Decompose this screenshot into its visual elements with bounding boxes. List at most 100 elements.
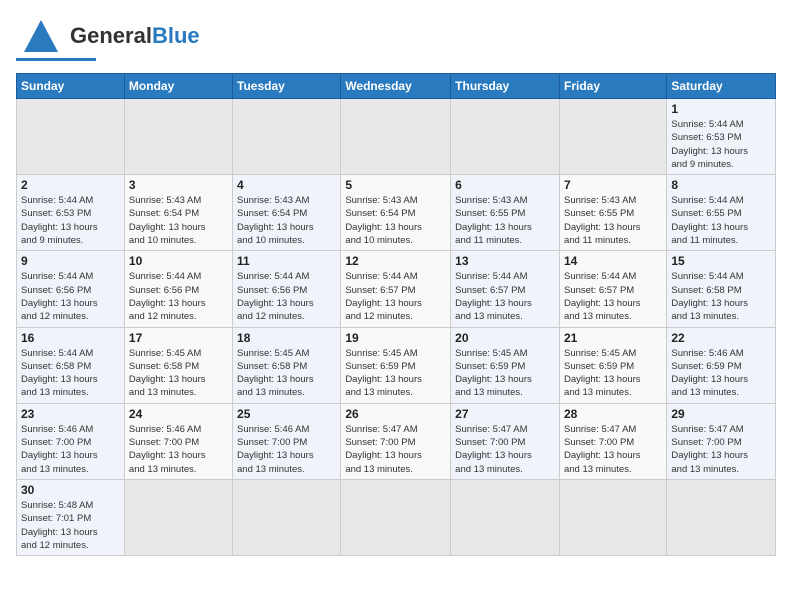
day-info: Sunrise: 5:43 AM Sunset: 6:55 PM Dayligh… bbox=[455, 194, 555, 247]
day-number: 8 bbox=[671, 178, 771, 192]
weekday-header-sunday: Sunday bbox=[17, 74, 125, 99]
day-info: Sunrise: 5:43 AM Sunset: 6:54 PM Dayligh… bbox=[237, 194, 336, 247]
calendar-day-cell bbox=[559, 479, 666, 555]
day-number: 3 bbox=[129, 178, 228, 192]
day-info: Sunrise: 5:44 AM Sunset: 6:57 PM Dayligh… bbox=[455, 270, 555, 323]
calendar-day-cell bbox=[451, 479, 560, 555]
calendar-day-cell: 25 Sunrise: 5:46 AM Sunset: 7:00 PM Dayli… bbox=[233, 403, 341, 479]
day-number: 23 bbox=[21, 407, 120, 421]
day-number: 14 bbox=[564, 254, 662, 268]
day-number: 28 bbox=[564, 407, 662, 421]
calendar-week-5: 23 Sunrise: 5:46 AM Sunset: 7:00 PM Dayli… bbox=[17, 403, 776, 479]
day-number: 24 bbox=[129, 407, 228, 421]
day-info: Sunrise: 5:46 AM Sunset: 7:00 PM Dayligh… bbox=[237, 423, 336, 476]
day-info: Sunrise: 5:44 AM Sunset: 6:56 PM Dayligh… bbox=[21, 270, 120, 323]
day-number: 7 bbox=[564, 178, 662, 192]
page-header: GeneralBlue bbox=[16, 16, 776, 61]
day-info: Sunrise: 5:43 AM Sunset: 6:54 PM Dayligh… bbox=[129, 194, 228, 247]
calendar-day-cell bbox=[124, 479, 232, 555]
day-number: 15 bbox=[671, 254, 771, 268]
calendar-table: SundayMondayTuesdayWednesdayThursdayFrid… bbox=[16, 73, 776, 556]
day-number: 1 bbox=[671, 102, 771, 116]
day-info: Sunrise: 5:45 AM Sunset: 6:58 PM Dayligh… bbox=[129, 347, 228, 400]
day-info: Sunrise: 5:44 AM Sunset: 6:55 PM Dayligh… bbox=[671, 194, 771, 247]
calendar-day-cell: 11 Sunrise: 5:44 AM Sunset: 6:56 PM Dayli… bbox=[233, 251, 341, 327]
day-number: 25 bbox=[237, 407, 336, 421]
calendar-day-cell bbox=[341, 479, 451, 555]
day-info: Sunrise: 5:47 AM Sunset: 7:00 PM Dayligh… bbox=[671, 423, 771, 476]
day-info: Sunrise: 5:43 AM Sunset: 6:55 PM Dayligh… bbox=[564, 194, 662, 247]
day-number: 18 bbox=[237, 331, 336, 345]
day-number: 11 bbox=[237, 254, 336, 268]
day-info: Sunrise: 5:47 AM Sunset: 7:00 PM Dayligh… bbox=[345, 423, 446, 476]
logo: GeneralBlue bbox=[16, 16, 200, 61]
calendar-week-1: 1 Sunrise: 5:44 AM Sunset: 6:53 PM Daylig… bbox=[17, 99, 776, 175]
weekday-header-thursday: Thursday bbox=[451, 74, 560, 99]
calendar-day-cell bbox=[559, 99, 666, 175]
day-number: 17 bbox=[129, 331, 228, 345]
day-number: 26 bbox=[345, 407, 446, 421]
calendar-day-cell: 22 Sunrise: 5:46 AM Sunset: 6:59 PM Dayli… bbox=[667, 327, 776, 403]
day-info: Sunrise: 5:47 AM Sunset: 7:00 PM Dayligh… bbox=[455, 423, 555, 476]
calendar-day-cell: 14Sunrise: 5:44 AM Sunset: 6:57 PM Dayli… bbox=[559, 251, 666, 327]
calendar-day-cell: 5Sunrise: 5:43 AM Sunset: 6:54 PM Daylig… bbox=[341, 175, 451, 251]
calendar-day-cell: 29 Sunrise: 5:47 AM Sunset: 7:00 PM Dayli… bbox=[667, 403, 776, 479]
day-info: Sunrise: 5:45 AM Sunset: 6:58 PM Dayligh… bbox=[237, 347, 336, 400]
calendar-week-3: 9Sunrise: 5:44 AM Sunset: 6:56 PM Daylig… bbox=[17, 251, 776, 327]
day-number: 12 bbox=[345, 254, 446, 268]
day-number: 20 bbox=[455, 331, 555, 345]
day-number: 10 bbox=[129, 254, 228, 268]
day-info: Sunrise: 5:45 AM Sunset: 6:59 PM Dayligh… bbox=[345, 347, 446, 400]
calendar-day-cell: 15 Sunrise: 5:44 AM Sunset: 6:58 PM Dayli… bbox=[667, 251, 776, 327]
calendar-day-cell: 27 Sunrise: 5:47 AM Sunset: 7:00 PM Dayli… bbox=[451, 403, 560, 479]
calendar-day-cell: 21Sunrise: 5:45 AM Sunset: 6:59 PM Dayli… bbox=[559, 327, 666, 403]
calendar-day-cell: 7 Sunrise: 5:43 AM Sunset: 6:55 PM Daylig… bbox=[559, 175, 666, 251]
day-info: Sunrise: 5:44 AM Sunset: 6:58 PM Dayligh… bbox=[671, 270, 771, 323]
calendar-day-cell: 8 Sunrise: 5:44 AM Sunset: 6:55 PM Daylig… bbox=[667, 175, 776, 251]
day-number: 27 bbox=[455, 407, 555, 421]
calendar-day-cell: 30 Sunrise: 5:48 AM Sunset: 7:01 PM Dayli… bbox=[17, 479, 125, 555]
day-number: 30 bbox=[21, 483, 120, 497]
day-info: Sunrise: 5:44 AM Sunset: 6:56 PM Dayligh… bbox=[129, 270, 228, 323]
calendar-day-cell: 20 Sunrise: 5:45 AM Sunset: 6:59 PM Dayli… bbox=[451, 327, 560, 403]
day-info: Sunrise: 5:44 AM Sunset: 6:53 PM Dayligh… bbox=[21, 194, 120, 247]
weekday-header-friday: Friday bbox=[559, 74, 666, 99]
calendar-day-cell: 6Sunrise: 5:43 AM Sunset: 6:55 PM Daylig… bbox=[451, 175, 560, 251]
calendar-day-cell bbox=[233, 479, 341, 555]
logo-text: GeneralBlue bbox=[70, 25, 200, 47]
weekday-header-wednesday: Wednesday bbox=[341, 74, 451, 99]
day-info: Sunrise: 5:45 AM Sunset: 6:59 PM Dayligh… bbox=[564, 347, 662, 400]
calendar-day-cell: 10 Sunrise: 5:44 AM Sunset: 6:56 PM Dayli… bbox=[124, 251, 232, 327]
calendar-day-cell: 16 Sunrise: 5:44 AM Sunset: 6:58 PM Dayli… bbox=[17, 327, 125, 403]
day-number: 22 bbox=[671, 331, 771, 345]
calendar-day-cell: 28Sunrise: 5:47 AM Sunset: 7:00 PM Dayli… bbox=[559, 403, 666, 479]
day-info: Sunrise: 5:45 AM Sunset: 6:59 PM Dayligh… bbox=[455, 347, 555, 400]
weekday-header-tuesday: Tuesday bbox=[233, 74, 341, 99]
calendar-day-cell: 2 Sunrise: 5:44 AM Sunset: 6:53 PM Daylig… bbox=[17, 175, 125, 251]
calendar-day-cell bbox=[341, 99, 451, 175]
calendar-day-cell: 1 Sunrise: 5:44 AM Sunset: 6:53 PM Daylig… bbox=[667, 99, 776, 175]
day-info: Sunrise: 5:44 AM Sunset: 6:56 PM Dayligh… bbox=[237, 270, 336, 323]
calendar-day-cell: 9Sunrise: 5:44 AM Sunset: 6:56 PM Daylig… bbox=[17, 251, 125, 327]
calendar-day-cell: 24 Sunrise: 5:46 AM Sunset: 7:00 PM Dayli… bbox=[124, 403, 232, 479]
calendar-day-cell: 3 Sunrise: 5:43 AM Sunset: 6:54 PM Daylig… bbox=[124, 175, 232, 251]
calendar-day-cell: 23Sunrise: 5:46 AM Sunset: 7:00 PM Dayli… bbox=[17, 403, 125, 479]
day-number: 4 bbox=[237, 178, 336, 192]
calendar-day-cell: 19Sunrise: 5:45 AM Sunset: 6:59 PM Dayli… bbox=[341, 327, 451, 403]
day-number: 13 bbox=[455, 254, 555, 268]
day-info: Sunrise: 5:48 AM Sunset: 7:01 PM Dayligh… bbox=[21, 499, 120, 552]
calendar-day-cell: 17 Sunrise: 5:45 AM Sunset: 6:58 PM Dayli… bbox=[124, 327, 232, 403]
day-info: Sunrise: 5:43 AM Sunset: 6:54 PM Dayligh… bbox=[345, 194, 446, 247]
day-info: Sunrise: 5:44 AM Sunset: 6:53 PM Dayligh… bbox=[671, 118, 771, 171]
day-info: Sunrise: 5:46 AM Sunset: 7:00 PM Dayligh… bbox=[129, 423, 228, 476]
calendar-day-cell: 18 Sunrise: 5:45 AM Sunset: 6:58 PM Dayli… bbox=[233, 327, 341, 403]
day-info: Sunrise: 5:46 AM Sunset: 6:59 PM Dayligh… bbox=[671, 347, 771, 400]
calendar-day-cell bbox=[124, 99, 232, 175]
day-number: 2 bbox=[21, 178, 120, 192]
day-number: 16 bbox=[21, 331, 120, 345]
calendar-day-cell: 26 Sunrise: 5:47 AM Sunset: 7:00 PM Dayli… bbox=[341, 403, 451, 479]
day-number: 29 bbox=[671, 407, 771, 421]
day-info: Sunrise: 5:44 AM Sunset: 6:58 PM Dayligh… bbox=[21, 347, 120, 400]
day-info: Sunrise: 5:44 AM Sunset: 6:57 PM Dayligh… bbox=[345, 270, 446, 323]
weekday-header-saturday: Saturday bbox=[667, 74, 776, 99]
